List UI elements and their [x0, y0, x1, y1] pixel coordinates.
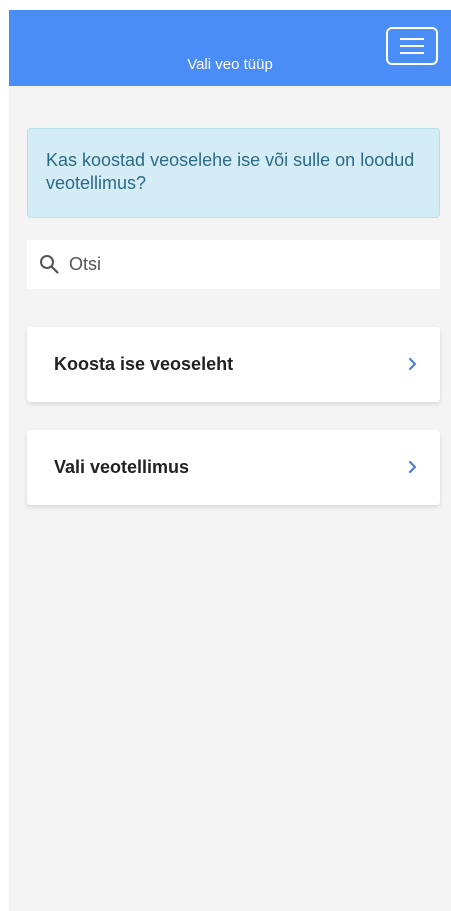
search-icon	[40, 255, 59, 274]
page-title: Vali veo tüüp	[187, 56, 273, 73]
hamburger-menu-icon	[400, 38, 424, 54]
info-message-text: Kas koostad veoselehe ise või sulle on l…	[46, 150, 415, 193]
option-select-transport-order[interactable]: Vali veotellimus	[27, 430, 440, 505]
app-screen: Vali veo tüüp Kas koostad veoselehe ise …	[9, 10, 451, 911]
chevron-right-icon	[408, 460, 417, 474]
search-input[interactable]	[69, 240, 429, 289]
menu-button[interactable]	[386, 27, 438, 65]
option-label: Koosta ise veoseleht	[54, 354, 234, 374]
chevron-right-icon	[408, 357, 417, 371]
info-message: Kas koostad veoselehe ise või sulle on l…	[27, 128, 440, 218]
app-header: Vali veo tüüp	[9, 10, 451, 86]
option-label: Vali veotellimus	[54, 457, 190, 477]
option-create-waybill[interactable]: Koosta ise veoseleht	[27, 327, 440, 402]
search-bar[interactable]	[27, 240, 440, 289]
